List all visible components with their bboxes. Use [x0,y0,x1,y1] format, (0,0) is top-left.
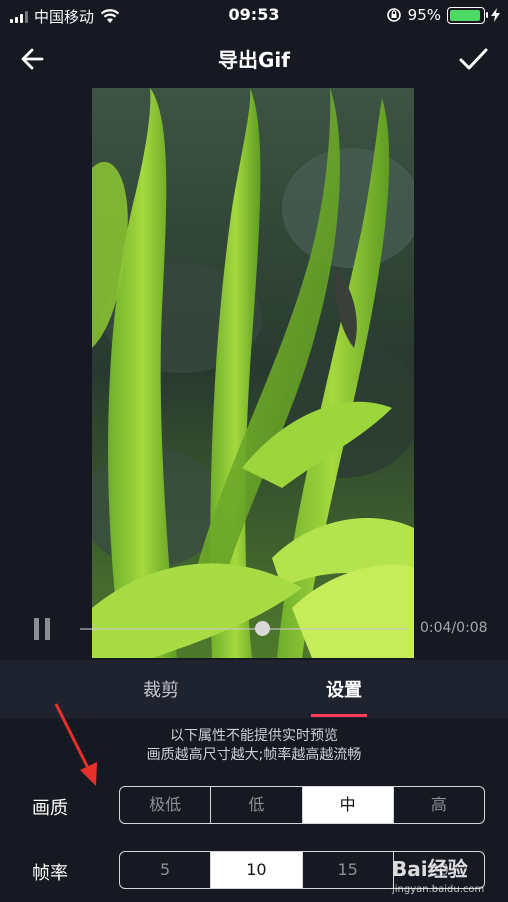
progress-knob[interactable] [255,621,270,636]
battery-percent: 95% [407,6,441,24]
battery-fill [450,9,481,21]
framerate-label: 帧率 [32,863,68,884]
framerate-option-5[interactable]: 5 [120,852,212,888]
svg-text:jingyan.baidu.com: jingyan.baidu.com [391,884,484,895]
status-bar: 中国移动 09:53 95% [0,0,508,32]
svg-text:Bai经验: Bai经验 [392,857,468,881]
tab-settings[interactable]: 设置 [284,676,404,702]
pause-icon[interactable] [34,618,52,640]
check-icon[interactable] [456,42,490,76]
progress-track[interactable] [80,628,408,630]
red-arrow-annotation [54,703,97,786]
quality-selector: 极低 低 中 高 [119,786,485,824]
quality-option-medium[interactable]: 中 [302,787,394,823]
status-right: 95% [386,6,500,24]
baidu-jingyan-watermark: Bai经验 jingyan.baidu.com [391,857,484,895]
battery-icon [447,6,488,24]
aquarium-plant-image [92,88,414,658]
page-title: 导出Gif [218,48,290,72]
top-nav: 导出Gif [0,32,508,86]
tab-crop[interactable]: 裁剪 [101,676,221,702]
quality-option-high[interactable]: 高 [394,787,484,823]
framerate-option-15[interactable]: 15 [303,852,394,888]
quality-option-very-low[interactable]: 极低 [120,787,212,823]
timecode: 0:04/0:08 [420,620,488,636]
quality-label: 画质 [32,798,68,819]
active-tab-indicator [311,714,367,717]
charging-bolt-icon [491,8,500,22]
framerate-option-10[interactable]: 10 [211,852,303,888]
video-preview[interactable] [92,88,414,658]
quality-option-low[interactable]: 低 [211,787,303,823]
preview-area [0,86,508,660]
orientation-lock-icon [386,8,401,22]
